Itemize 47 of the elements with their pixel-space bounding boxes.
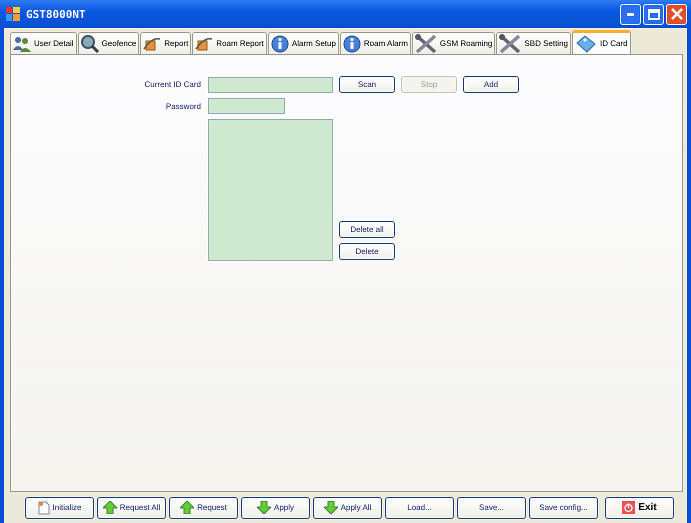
up-arrow-icon <box>102 501 117 514</box>
tools-icon <box>499 34 522 54</box>
button[interactable]: Initialize <box>25 496 94 518</box>
up-arrow-icon <box>180 501 194 514</box>
button[interactable]: Request All <box>97 496 166 518</box>
field-label: Current ID Card <box>144 80 201 89</box>
tab[interactable]: Report <box>140 32 192 54</box>
down-arrow-icon <box>324 501 338 514</box>
document-icon <box>38 500 50 514</box>
magnifier-icon <box>80 34 99 52</box>
app-icon <box>6 7 20 21</box>
field-label: Password <box>164 102 201 110</box>
tab[interactable]: Geofence <box>78 32 140 54</box>
close-button[interactable] <box>666 4 687 24</box>
button[interactable]: Apply All <box>313 496 382 518</box>
minimize-icon <box>627 12 634 16</box>
window-title: GST8000NT <box>26 8 86 20</box>
info-icon <box>270 34 289 52</box>
maximize-icon <box>648 8 660 20</box>
button[interactable]: Save config... <box>529 496 598 518</box>
tab[interactable]: User Detail <box>10 32 77 54</box>
power-icon <box>622 501 636 514</box>
button[interactable]: Apply <box>241 496 310 518</box>
tab[interactable]: SBD Setting <box>496 32 571 54</box>
people-icon <box>13 36 31 52</box>
tag-icon <box>574 34 597 52</box>
id-card-field[interactable] <box>208 76 333 92</box>
button[interactable]: Exit <box>605 496 674 518</box>
tools-icon <box>414 34 437 54</box>
maximize-button[interactable] <box>643 4 664 24</box>
button[interactable]: Add <box>463 76 519 93</box>
button[interactable]: Save... <box>457 496 526 518</box>
down-arrow-icon <box>256 501 271 514</box>
info-icon <box>342 34 361 52</box>
button[interactable]: Scan <box>339 76 395 93</box>
tab[interactable]: ID Card <box>572 30 631 54</box>
tab[interactable]: Roam Alarm <box>340 32 411 54</box>
button[interactable]: Load... <box>385 496 454 518</box>
button[interactable]: Delete all <box>339 221 395 238</box>
button[interactable]: Request <box>169 496 238 518</box>
minimize-button[interactable] <box>620 4 641 24</box>
tab[interactable]: GSM Roaming <box>412 32 496 54</box>
button[interactable]: Delete <box>339 243 395 260</box>
tab[interactable]: Roam Report <box>192 32 267 54</box>
password-field[interactable] <box>208 98 285 114</box>
tab[interactable]: Alarm Setup <box>268 32 339 54</box>
close-icon <box>670 8 682 20</box>
